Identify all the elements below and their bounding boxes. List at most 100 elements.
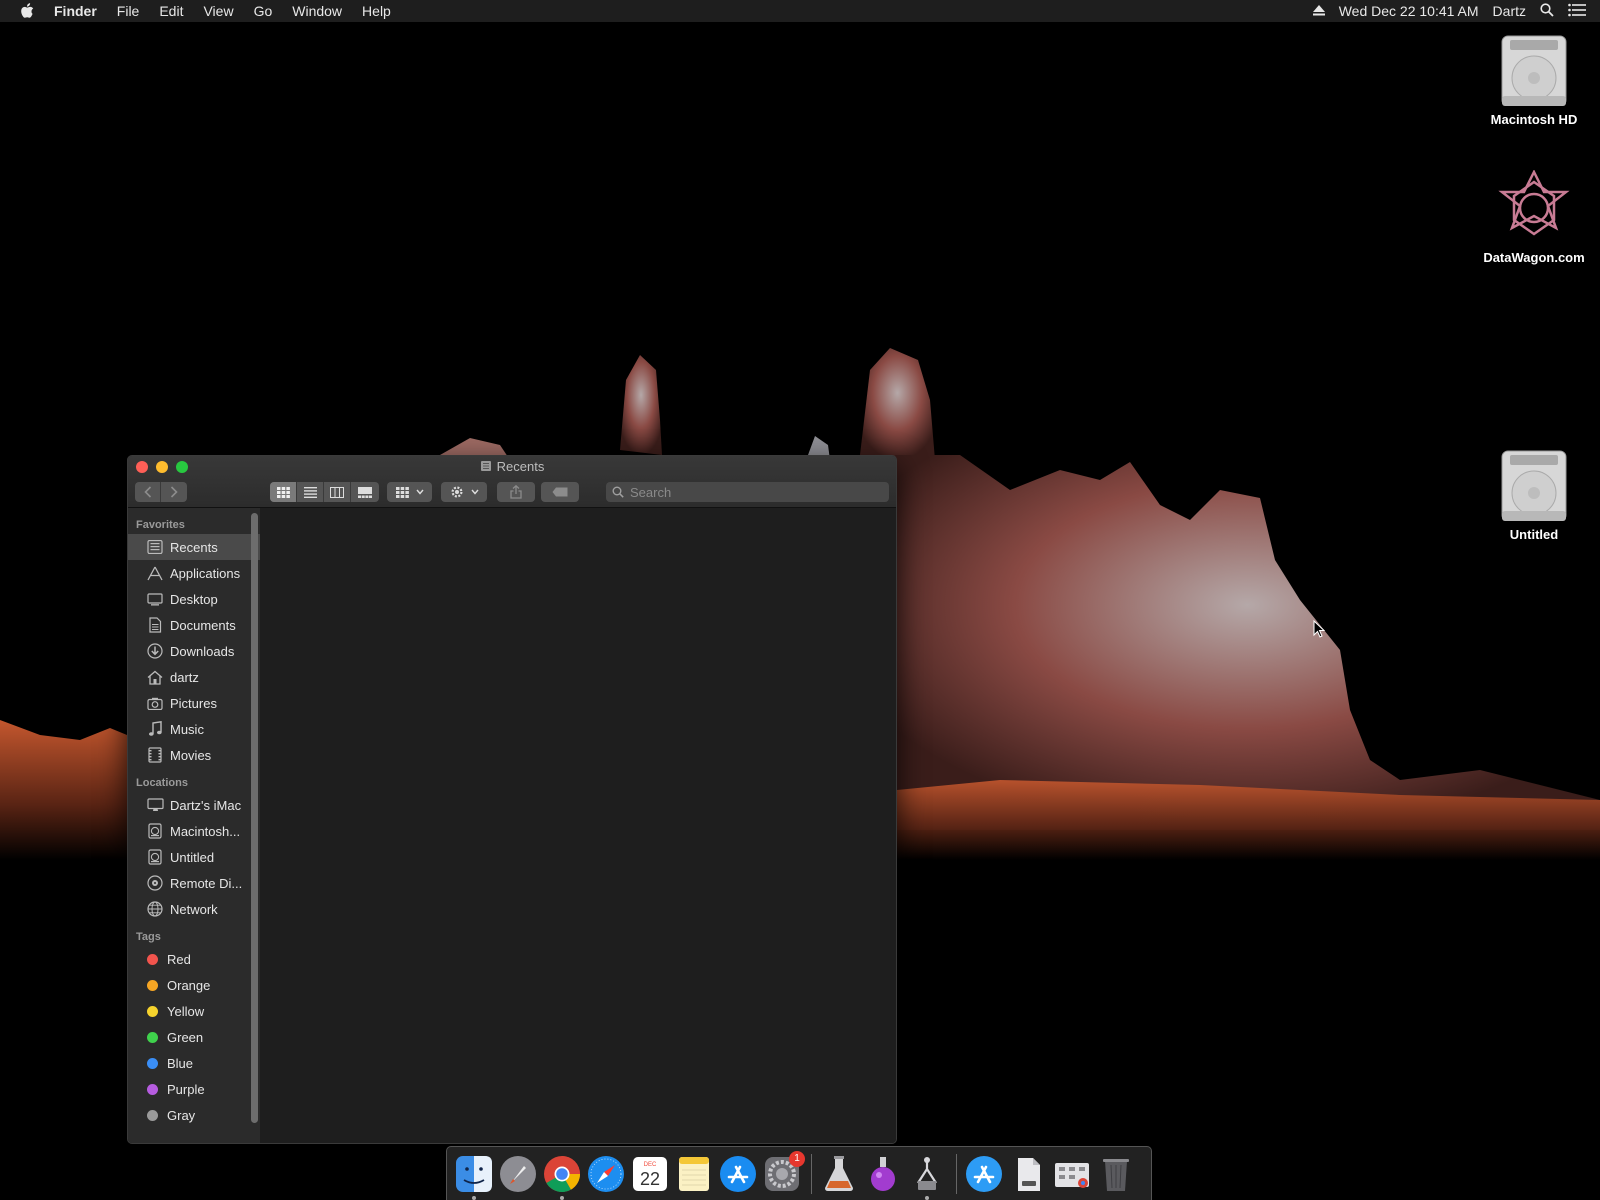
desktop-icon-untitled[interactable]: Untitled bbox=[1474, 447, 1594, 542]
sidebar-item-movies[interactable]: Movies bbox=[128, 742, 260, 768]
sidebar-item-macintosh[interactable]: Macintosh... bbox=[128, 818, 260, 844]
gallery-view-button[interactable] bbox=[351, 482, 378, 502]
apple-menu-icon[interactable] bbox=[18, 2, 36, 20]
sidebar-tag-blue[interactable]: Blue bbox=[128, 1050, 260, 1076]
sidebar-tag-purple[interactable]: Purple bbox=[128, 1076, 260, 1102]
sidebar-item-applications[interactable]: Applications bbox=[128, 560, 260, 586]
launchpad-icon[interactable] bbox=[499, 1155, 537, 1193]
flask-app-icon[interactable] bbox=[820, 1155, 858, 1193]
eject-icon[interactable] bbox=[1312, 3, 1325, 19]
list-icon bbox=[303, 486, 317, 498]
menu-user[interactable]: Dartz bbox=[1493, 3, 1526, 19]
menu-window[interactable]: Window bbox=[282, 0, 352, 22]
menu-help[interactable]: Help bbox=[352, 0, 401, 22]
list-view-button[interactable] bbox=[297, 482, 324, 502]
gallery-icon bbox=[357, 486, 372, 498]
recents-icon bbox=[146, 539, 164, 555]
hard-drive-icon bbox=[1501, 35, 1567, 106]
spotlight-search-icon[interactable] bbox=[1540, 2, 1554, 20]
menu-file[interactable]: File bbox=[107, 0, 150, 22]
chevron-left-icon bbox=[143, 486, 151, 498]
sidebar-item-label: Orange bbox=[167, 977, 211, 993]
sidebar-item-dartz-s-imac[interactable]: Dartz's iMac bbox=[128, 792, 260, 818]
safari-icon[interactable] bbox=[587, 1155, 625, 1193]
action-menu-button[interactable] bbox=[441, 482, 487, 502]
edit-tags-button[interactable] bbox=[541, 482, 579, 502]
group-by-dropdown[interactable] bbox=[387, 482, 432, 502]
connector-icon[interactable] bbox=[908, 1155, 946, 1200]
menu-view[interactable]: View bbox=[193, 0, 243, 22]
system-preferences-icon[interactable]: 1 bbox=[763, 1150, 805, 1193]
chevron-down-icon bbox=[470, 489, 479, 495]
sidebar-item-network[interactable]: Network bbox=[128, 896, 260, 922]
column-view-button[interactable] bbox=[324, 482, 351, 502]
finder-toolbar: Recents bbox=[128, 456, 896, 508]
sidebar-item-desktop[interactable]: Desktop bbox=[128, 586, 260, 612]
notification-center-icon[interactable] bbox=[1568, 3, 1586, 20]
icon-view-button[interactable] bbox=[270, 482, 297, 502]
applications-icon bbox=[146, 565, 164, 581]
share-button[interactable] bbox=[497, 482, 535, 502]
tag-color-dot bbox=[147, 1031, 158, 1043]
notes-icon[interactable] bbox=[675, 1155, 713, 1193]
documents-icon bbox=[146, 617, 164, 633]
desktop-icon-macintosh-hd[interactable]: Macintosh HD bbox=[1474, 32, 1594, 127]
dock-separator bbox=[956, 1153, 957, 1194]
sidebar-tag-red[interactable]: Red bbox=[128, 946, 260, 972]
search-field[interactable] bbox=[606, 482, 889, 502]
sidebar-tag-orange[interactable]: Orange bbox=[128, 972, 260, 998]
finder-icon[interactable] bbox=[455, 1155, 493, 1200]
sidebar-tag-gray[interactable]: Gray bbox=[128, 1102, 260, 1128]
sidebar-item-music[interactable]: Music bbox=[128, 716, 260, 742]
window-title-text: Recents bbox=[496, 459, 545, 474]
calendar-icon[interactable]: DEC 22 bbox=[631, 1155, 669, 1193]
sidebar-item-documents[interactable]: Documents bbox=[128, 612, 260, 638]
running-indicator bbox=[925, 1195, 929, 1200]
menu-edit[interactable]: Edit bbox=[149, 0, 193, 22]
search-input[interactable] bbox=[630, 484, 870, 500]
recents-folder-icon bbox=[480, 460, 492, 475]
file-browser-content[interactable] bbox=[264, 508, 896, 1143]
window-title: Recents bbox=[128, 459, 896, 475]
menu-go[interactable]: Go bbox=[244, 0, 283, 22]
sidebar-item-label: Red bbox=[167, 951, 191, 967]
sidebar-item-dartz[interactable]: dartz bbox=[128, 664, 260, 690]
sidebar-tag-green[interactable]: Green bbox=[128, 1024, 260, 1050]
chrome-apps-icon[interactable] bbox=[1053, 1155, 1091, 1193]
finder-window[interactable]: Recents Search Favorites Recents Applica… bbox=[127, 455, 897, 1144]
sidebar-item-label: Green bbox=[167, 1029, 204, 1045]
sidebar-section-tags: Tags bbox=[136, 931, 161, 943]
sidebar-item-pictures[interactable]: Pictures bbox=[128, 690, 260, 716]
movies-icon bbox=[146, 747, 164, 763]
app-store-folder-icon[interactable] bbox=[965, 1155, 1003, 1193]
datawagon-logo-icon bbox=[1498, 170, 1570, 236]
purple-flask-icon[interactable] bbox=[864, 1155, 902, 1193]
chrome-icon[interactable] bbox=[543, 1155, 581, 1200]
menu-app-name[interactable]: Finder bbox=[48, 0, 107, 22]
desktop-icon-label: Macintosh HD bbox=[1490, 112, 1578, 127]
sidebar-item-remote-di[interactable]: Remote Di... bbox=[128, 870, 260, 896]
sidebar-item-recents[interactable]: Recents bbox=[128, 534, 260, 560]
scrollbar-thumb[interactable] bbox=[251, 513, 258, 1123]
tag-color-dot bbox=[147, 1057, 158, 1069]
back-button[interactable] bbox=[135, 482, 161, 502]
document-icon[interactable] bbox=[1009, 1155, 1047, 1193]
app-store-icon[interactable] bbox=[719, 1155, 757, 1193]
sidebar-item-label: Purple bbox=[167, 1081, 205, 1097]
desktop-icon-datawagon[interactable]: DataWagon.com bbox=[1474, 170, 1594, 265]
running-indicator bbox=[472, 1195, 476, 1200]
sidebar-item-untitled[interactable]: Untitled bbox=[128, 844, 260, 870]
forward-button[interactable] bbox=[161, 482, 187, 502]
tag-color-dot bbox=[147, 953, 158, 965]
imac-icon bbox=[146, 797, 164, 813]
sidebar-tag-yellow[interactable]: Yellow bbox=[128, 998, 260, 1024]
menu-clock[interactable]: Wed Dec 22 10:41 AM bbox=[1339, 3, 1479, 19]
notification-badge: 1 bbox=[789, 1150, 805, 1167]
trash-icon[interactable] bbox=[1097, 1155, 1135, 1193]
remote-disc-icon bbox=[146, 875, 164, 891]
sidebar-scrollbar[interactable] bbox=[250, 509, 260, 1139]
sidebar-item-label: Desktop bbox=[170, 591, 218, 607]
dock-separator bbox=[811, 1153, 812, 1194]
tag-color-dot bbox=[147, 1109, 158, 1121]
sidebar-item-downloads[interactable]: Downloads bbox=[128, 638, 260, 664]
